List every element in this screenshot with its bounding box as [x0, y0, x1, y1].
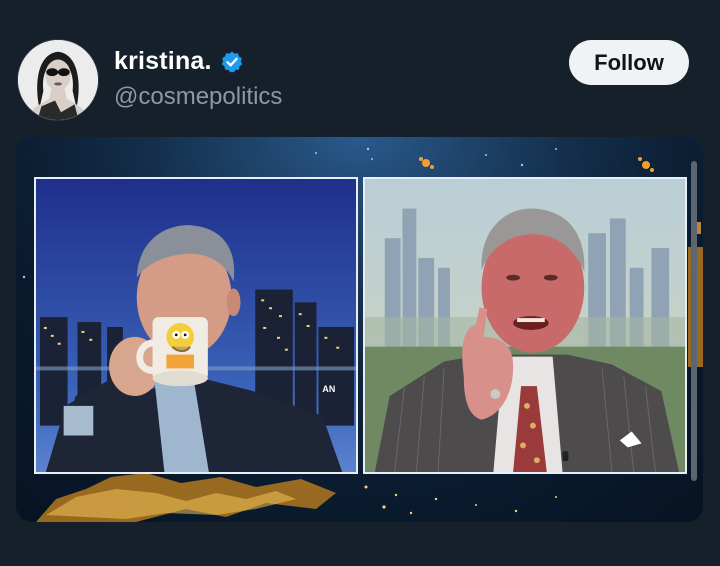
verified-badge-icon — [220, 50, 244, 74]
avatar[interactable] — [17, 39, 99, 121]
user-handle[interactable]: @cosmepolitics — [114, 83, 282, 111]
left-video-panel: AN — [34, 177, 358, 474]
follow-button[interactable]: Follow — [569, 40, 689, 85]
svg-text:AN: AN — [322, 384, 335, 394]
right-panel-scene — [365, 179, 685, 472]
name-row: kristina. — [114, 47, 244, 76]
avatar-image — [18, 40, 98, 120]
post-media[interactable]: AN — [16, 137, 703, 522]
display-name[interactable]: kristina. — [114, 47, 212, 76]
left-panel-scene: AN — [36, 179, 356, 472]
right-video-panel — [363, 177, 687, 474]
scrollbar[interactable] — [691, 161, 697, 481]
post-header: kristina. @cosmepolitics Follow — [0, 0, 720, 130]
